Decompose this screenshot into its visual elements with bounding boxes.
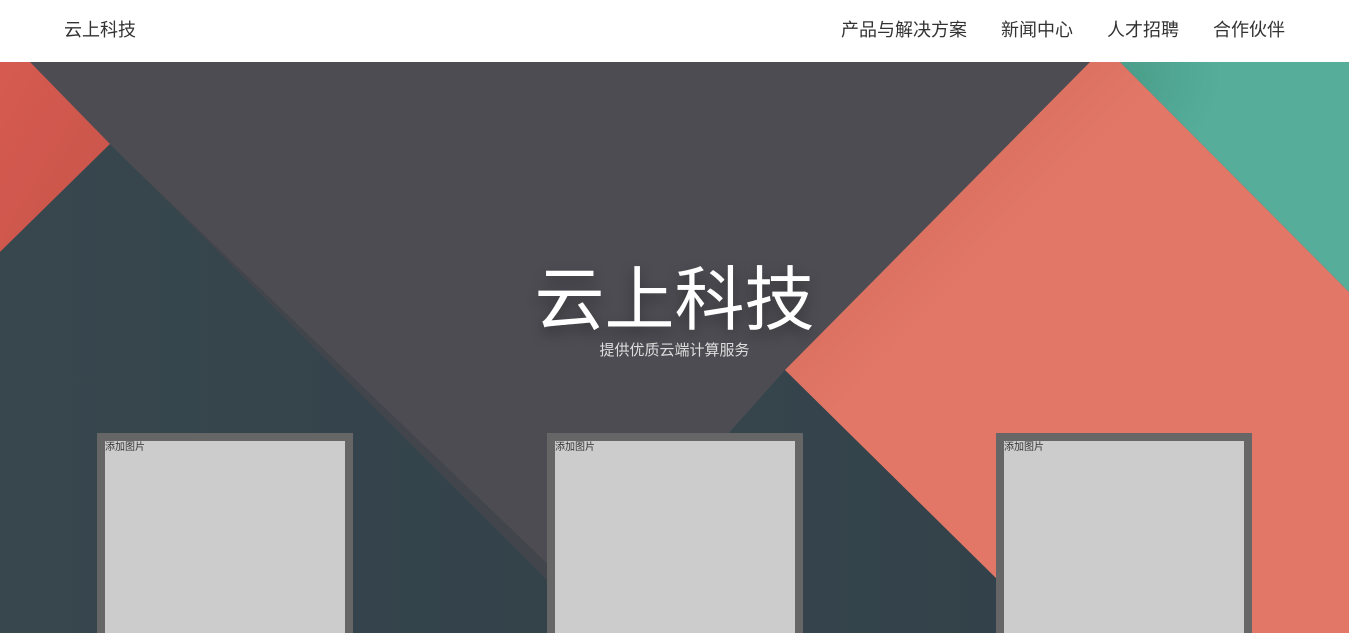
nav-link-news[interactable]: 新闻中心 [1001,18,1073,44]
hero-banner: 云上科技 提供优质云端计算服务 添加图片 添加图片 添加图片 [0,62,1349,633]
image-placeholder-label: 添加图片 [105,442,145,453]
main-nav: 产品与解决方案 新闻中心 人才招聘 合作伙伴 [841,18,1285,44]
nav-link-products[interactable]: 产品与解决方案 [841,18,967,44]
nav-link-partners[interactable]: 合作伙伴 [1213,18,1285,44]
image-placeholder-label: 添加图片 [555,442,595,453]
top-navbar: 云上科技 产品与解决方案 新闻中心 人才招聘 合作伙伴 [0,0,1349,62]
image-placeholder-3[interactable]: 添加图片 [1004,441,1244,633]
image-card-1[interactable]: 添加图片 [97,433,353,633]
hero-title: 云上科技 [534,259,815,341]
image-placeholder-label: 添加图片 [1004,442,1044,453]
image-card-2[interactable]: 添加图片 [547,433,803,633]
hero-subtitle: 提供优质云端计算服务 [599,341,750,359]
image-placeholder-2[interactable]: 添加图片 [555,441,795,633]
image-placeholder-1[interactable]: 添加图片 [105,441,345,633]
image-card-3[interactable]: 添加图片 [996,433,1252,633]
brand-logo-link[interactable]: 云上科技 [64,18,136,44]
nav-link-careers[interactable]: 人才招聘 [1107,18,1179,44]
